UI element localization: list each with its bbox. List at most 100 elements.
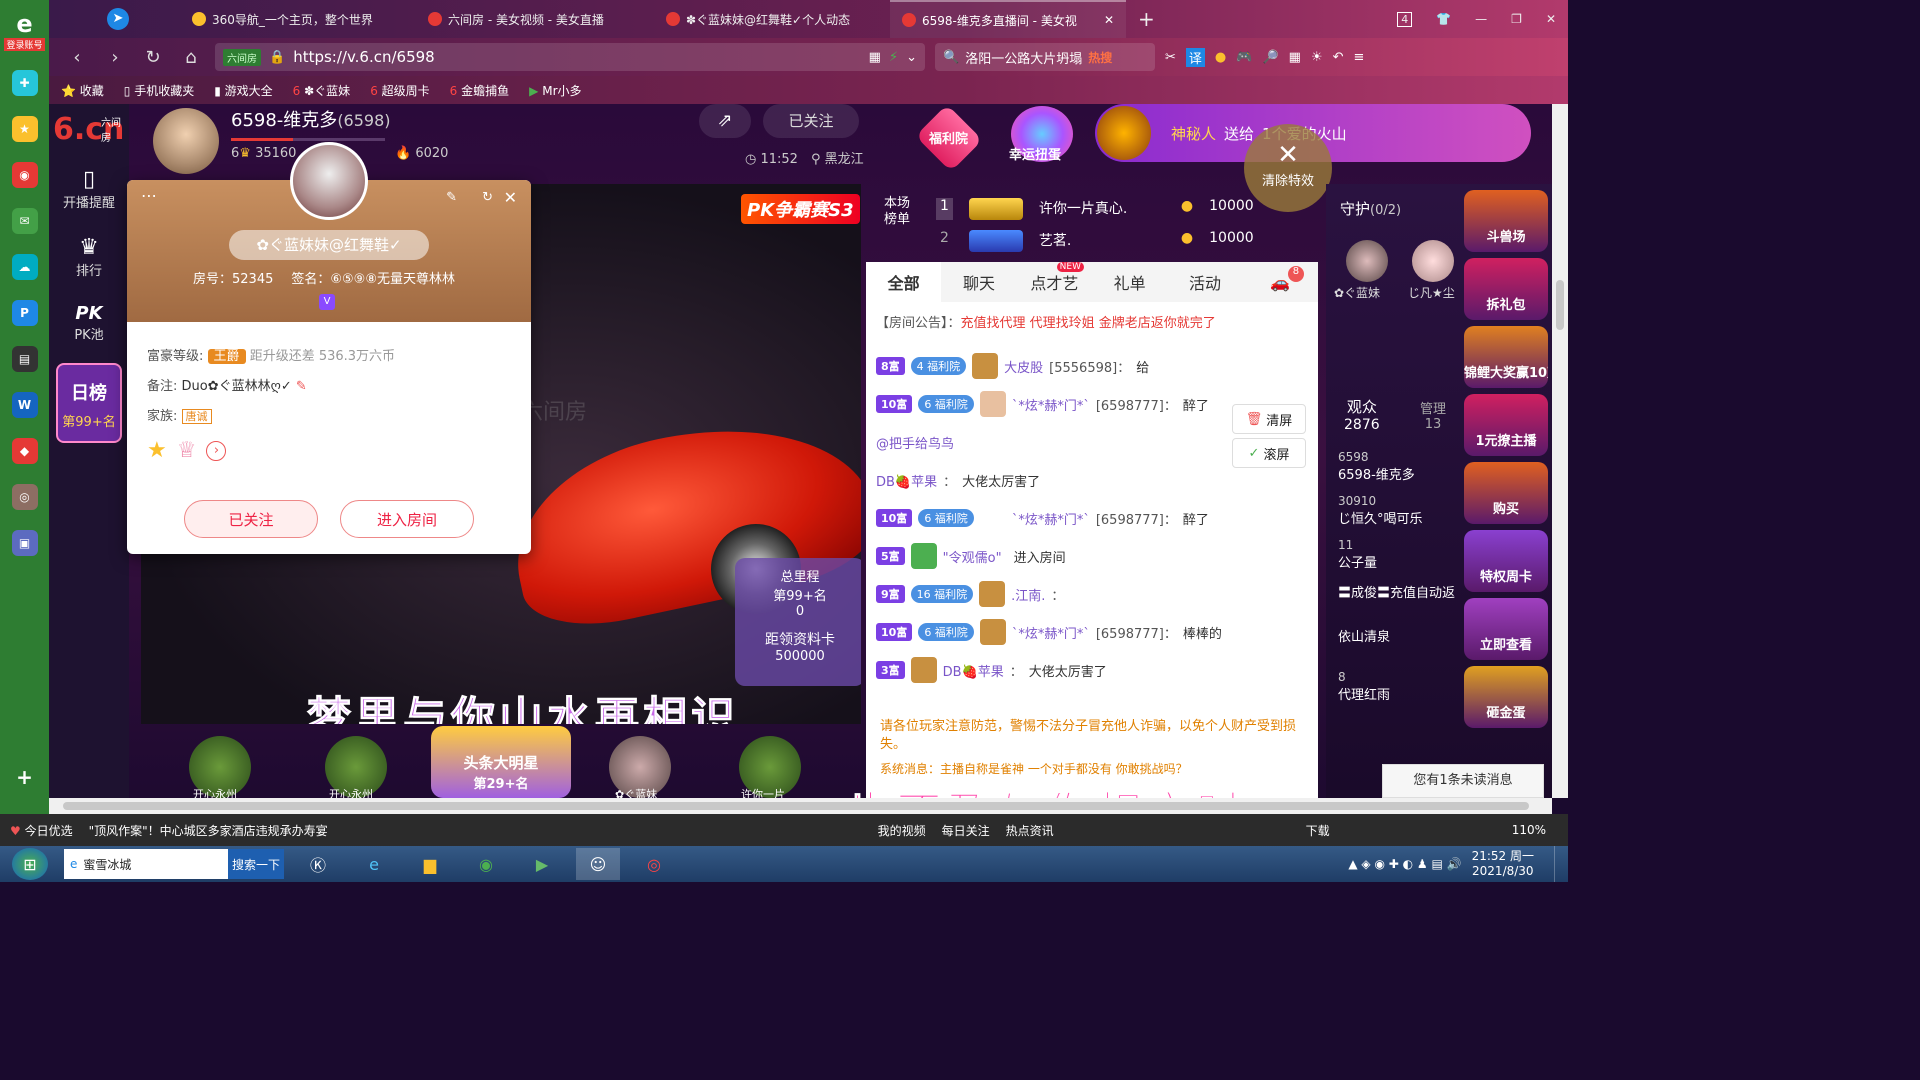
tab-1[interactable]: 六间房 - 美女视频 - 美女直播 xyxy=(416,0,654,38)
close-window-icon[interactable]: ✕ xyxy=(1534,0,1568,38)
chat-tab-talent[interactable]: 点才艺 NEW xyxy=(1017,262,1092,302)
browser360-icon[interactable]: ◉ xyxy=(464,848,508,880)
tab-close-icon[interactable]: ✕ xyxy=(1104,13,1114,27)
headline-star-badge[interactable]: 头条大明星 第29+名 xyxy=(431,726,571,798)
guard-avatar[interactable] xyxy=(1346,240,1388,282)
tab-360[interactable]: ➤ xyxy=(0,0,180,38)
chat-username[interactable]: `*炫*赫*门*` xyxy=(1012,623,1090,642)
audience-tab[interactable]: 观众 2876 xyxy=(1344,396,1380,433)
red-app-icon[interactable]: ◆ xyxy=(11,438,38,464)
minimize-icon[interactable]: — xyxy=(1463,0,1499,38)
clear-screen-button[interactable]: 🗑 清屏 xyxy=(1232,404,1306,434)
bookmark-0[interactable]: ⭐ 收藏 xyxy=(61,82,104,99)
chat-tab-all[interactable]: 全部 xyxy=(866,262,942,302)
chat-username[interactable]: `*炫*赫*门*` xyxy=(1012,509,1090,528)
chat-username[interactable]: `*炫*赫*门*` xyxy=(1012,395,1090,414)
audience-item[interactable]: 依山清泉 xyxy=(1338,622,1468,666)
ie-taskbar-icon[interactable]: e xyxy=(352,848,396,880)
audience-item[interactable]: 8 代理红雨 xyxy=(1338,666,1468,710)
start-button[interactable]: ⊞ xyxy=(12,848,48,880)
scroll-screen-button[interactable]: ✓ 滚屏 xyxy=(1232,438,1306,468)
chat-username[interactable]: 大皮股 xyxy=(1004,357,1043,376)
promo-badge[interactable]: 特权周卡 xyxy=(1464,530,1548,592)
undo-icon[interactable]: ↶ xyxy=(1333,50,1344,65)
zoom-level[interactable]: 110% xyxy=(1512,823,1546,837)
welfare-label[interactable]: 福利院 xyxy=(929,128,968,147)
horizontal-scrollbar[interactable] xyxy=(49,798,1552,814)
home-icon[interactable]: ⌂ xyxy=(177,47,205,68)
word-app-icon[interactable]: W xyxy=(11,392,38,418)
scissors-icon[interactable]: ✂ xyxy=(1165,50,1176,65)
chrome-icon[interactable]: ◎ xyxy=(632,848,676,880)
tab-count-badge[interactable]: 4 xyxy=(1385,0,1424,38)
clock[interactable]: 21:52 周一 2021/8/30 xyxy=(1472,849,1534,879)
audience-item[interactable]: 30910 じ恒久°喝可乐 xyxy=(1338,490,1468,534)
folder-icon[interactable]: ▆ xyxy=(408,848,452,880)
game2-app-icon[interactable]: ▣ xyxy=(11,530,38,556)
popup-user-avatar[interactable] xyxy=(290,142,368,220)
tab-3[interactable]: 6598-维克多直播间 - 美女视 ✕ xyxy=(890,0,1126,38)
popup-follow-button[interactable]: 已关注 xyxy=(184,500,318,538)
chat-username[interactable]: .江南. xyxy=(1011,585,1045,604)
day-rank-card[interactable]: 日榜 第99+名 xyxy=(56,363,122,443)
chat-message[interactable]: 10富 6 福利院 `*炫*赫*门*` [6598777]： 棒棒的 xyxy=(866,613,1318,651)
chat-message[interactable]: 5富 "令观儒o" 进入房间 xyxy=(866,537,1318,575)
audience-item[interactable]: 〓成俊〓充值自动返 xyxy=(1338,578,1468,622)
promo-badge[interactable]: 锦鲤大奖赢10万六币 xyxy=(1464,326,1548,388)
promo-badge[interactable]: 砸金蛋 xyxy=(1464,666,1548,728)
share-icon[interactable]: ⇗ xyxy=(699,104,751,138)
chevron-right-icon[interactable]: › xyxy=(206,441,227,461)
chat-message[interactable]: 9富 16 福利院 .江南. ： xyxy=(866,575,1318,613)
enter-room-button[interactable]: 进入房间 xyxy=(340,500,474,538)
nav-remind[interactable]: ▯ 开播提醒 xyxy=(49,155,129,223)
chat-username[interactable]: @把手给鸟鸟 xyxy=(876,433,954,452)
bookmark-3[interactable]: 6 ✽ぐ蓝妹 xyxy=(293,82,351,99)
chat-username[interactable]: DB🍓苹果 xyxy=(876,471,937,490)
chat-username[interactable]: DB🍓苹果 xyxy=(943,661,1004,680)
qr-icon[interactable]: ▦ xyxy=(869,50,881,65)
scroll-thumb[interactable] xyxy=(1556,280,1564,330)
leaderboard-row[interactable]: 1 许你一片真心. ● 10000 xyxy=(936,198,1254,220)
star-app-icon[interactable]: ★ xyxy=(11,116,38,142)
k-app-icon[interactable]: Ⓚ xyxy=(296,848,340,880)
plus-app-icon[interactable]: ✚ xyxy=(11,70,38,96)
login-label[interactable]: 登录账号 xyxy=(4,37,45,51)
bookmark-1[interactable]: ▯ 手机收藏夹 xyxy=(124,82,194,99)
audience-item[interactable]: 6598 6598-维克多 xyxy=(1338,446,1468,490)
game-icon[interactable]: ☺ xyxy=(576,848,620,880)
daily-follow-link[interactable]: 每日关注 xyxy=(942,822,990,839)
bookmark-2[interactable]: ▮ 游戏大全 xyxy=(214,82,272,99)
weibo-icon[interactable]: ◉ xyxy=(11,162,38,188)
bookmark-4[interactable]: 6 超级周卡 xyxy=(370,82,429,99)
promo-badge[interactable]: 购买 xyxy=(1464,462,1548,524)
chevron-down-icon[interactable]: ⌄ xyxy=(906,50,917,65)
forward-icon[interactable]: › xyxy=(101,47,129,68)
chat-message[interactable]: 8富 4 福利院 大皮股 [5556598]： 给 xyxy=(866,347,1318,385)
show-desktop[interactable] xyxy=(1554,846,1568,882)
admin-tab[interactable]: 管理 13 xyxy=(1420,398,1446,432)
news-ticker[interactable]: "顶风作案"！中心城区多家酒店违规承办寿宴 xyxy=(89,822,689,839)
news-app-icon[interactable]: ▤ xyxy=(11,346,38,372)
bookmark-5[interactable]: 6 金蟾捕鱼 xyxy=(450,82,509,99)
hot-news-link[interactable]: 热点资讯 xyxy=(1006,822,1054,839)
unread-message-toast[interactable]: 您有1条未读消息 xyxy=(1382,764,1544,798)
p-app-icon[interactable]: P xyxy=(11,300,38,326)
refresh-icon[interactable]: ↻ xyxy=(482,190,493,205)
game-app-icon[interactable]: ◎ xyxy=(11,484,38,510)
add-app-icon[interactable]: + xyxy=(12,764,38,790)
brightness-icon[interactable]: ☀ xyxy=(1311,50,1323,65)
my-video-link[interactable]: 我的视频 xyxy=(878,822,926,839)
shirt-icon[interactable]: 👕 xyxy=(1424,0,1463,38)
today-pick[interactable]: ♥ 今日优选 xyxy=(10,822,73,839)
lightning-icon[interactable]: ⚡ xyxy=(889,50,898,65)
download-link[interactable]: 下载 xyxy=(1306,822,1330,839)
translate-icon[interactable]: 译 xyxy=(1185,47,1205,67)
restore-icon[interactable]: ❐ xyxy=(1499,0,1534,38)
gamepad-icon[interactable]: 🎮 xyxy=(1236,50,1252,65)
mail-icon[interactable]: ✉ xyxy=(11,208,38,234)
nav-pk[interactable]: PK PK池 xyxy=(49,291,129,355)
audience-item[interactable]: 11 公子量 xyxy=(1338,534,1468,578)
pk-season-badge[interactable]: PK争霸赛S3 xyxy=(741,194,860,224)
back-icon[interactable]: ‹ xyxy=(63,47,91,68)
grid-icon[interactable]: ▦ xyxy=(1289,50,1301,65)
